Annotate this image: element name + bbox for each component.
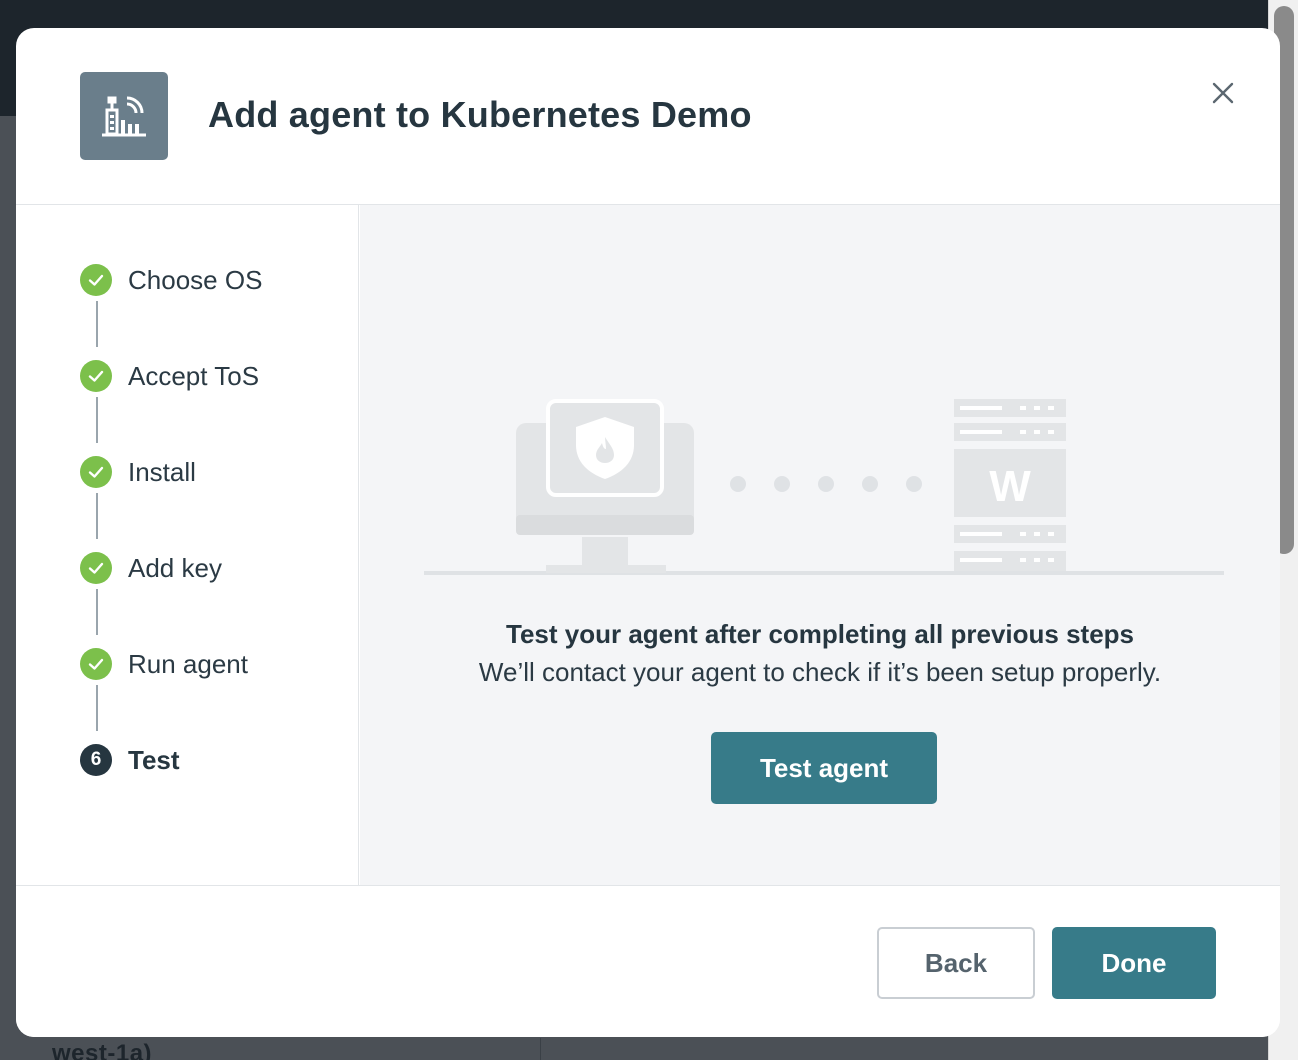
test-description: We’ll contact your agent to check if it’… <box>478 657 1162 687</box>
agent-building-icon <box>80 72 168 160</box>
close-icon <box>1212 82 1234 104</box>
step-accept-tos[interactable]: Accept ToS <box>80 359 259 393</box>
step-connector <box>96 301 98 347</box>
background-divider <box>540 1038 541 1060</box>
step-choose-os[interactable]: Choose OS <box>80 263 262 297</box>
step-connector <box>96 493 98 539</box>
monitor-shield-icon <box>516 399 694 573</box>
add-agent-dialog: Add agent to Kubernetes Demo Choose OS A… <box>16 28 1280 1037</box>
dialog-header: Add agent to Kubernetes Demo <box>16 28 1280 205</box>
check-icon <box>80 264 112 296</box>
connection-dots <box>730 476 922 492</box>
background-text-fragment: west-1a) <box>52 1040 153 1060</box>
check-icon <box>80 648 112 680</box>
agent-connection-illustration: W <box>424 399 1224 575</box>
dialog-title: Add agent to Kubernetes Demo <box>208 94 752 135</box>
test-agent-button[interactable]: Test agent <box>711 732 937 804</box>
step-add-key[interactable]: Add key <box>80 551 222 585</box>
check-icon <box>80 552 112 584</box>
step-label: Test <box>128 744 180 775</box>
step-number-badge: 6 <box>80 744 112 776</box>
step-label: Accept ToS <box>128 360 260 391</box>
step-run-agent[interactable]: Run agent <box>80 647 248 681</box>
done-button[interactable]: Done <box>1052 927 1216 999</box>
close-button[interactable] <box>1204 74 1242 112</box>
server-rack-icon: W <box>954 399 1066 571</box>
step-connector <box>96 397 98 443</box>
step-label: Run agent <box>128 648 248 679</box>
server-letter: W <box>989 462 1031 511</box>
step-connector <box>96 589 98 635</box>
step-content: W Test your agent after completing all p… <box>360 205 1280 885</box>
dialog-footer: Back Done <box>16 885 1280 1037</box>
step-install[interactable]: Install <box>80 455 196 489</box>
step-label: Install <box>128 456 196 487</box>
step-test[interactable]: 6 Test <box>80 743 180 777</box>
step-label: Add key <box>128 552 222 583</box>
back-button[interactable]: Back <box>877 927 1035 999</box>
step-label: Choose OS <box>128 264 263 295</box>
test-heading: Test your agent after completing all pre… <box>506 619 1134 649</box>
check-icon <box>80 360 112 392</box>
step-connector <box>96 685 98 731</box>
check-icon <box>80 456 112 488</box>
steps-sidebar: Choose OS Accept ToS Install Add key Run… <box>16 205 359 885</box>
